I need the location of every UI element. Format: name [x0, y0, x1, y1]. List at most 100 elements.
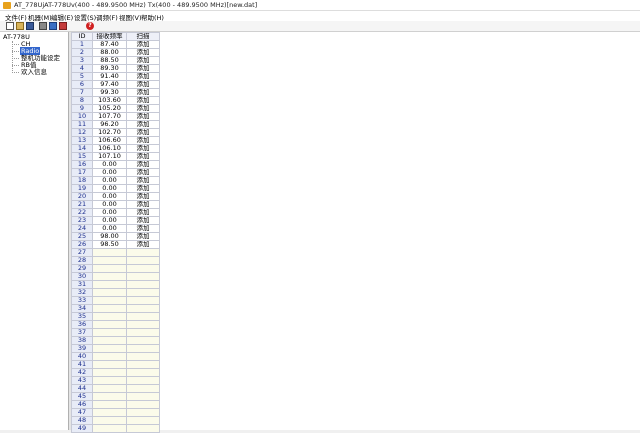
table-row[interactable]: 38: [71, 336, 160, 345]
scan-cell[interactable]: 添加: [126, 96, 160, 105]
table-row[interactable]: 21 0.00 添加: [71, 200, 160, 209]
scan-cell[interactable]: 添加: [126, 152, 160, 161]
rx-frequency-cell[interactable]: [92, 376, 127, 385]
scan-cell[interactable]: [126, 312, 160, 321]
rx-frequency-cell[interactable]: [92, 336, 127, 345]
scan-cell[interactable]: 添加: [126, 40, 160, 49]
help-icon[interactable]: ?: [86, 22, 94, 30]
rx-frequency-cell[interactable]: 102.70: [92, 128, 127, 137]
scan-cell[interactable]: [126, 248, 160, 257]
table-row[interactable]: 34: [71, 304, 160, 313]
rx-frequency-cell[interactable]: 103.60: [92, 96, 127, 105]
table-row[interactable]: 7 99.30 添加: [71, 88, 160, 97]
scan-cell[interactable]: [126, 392, 160, 401]
table-row[interactable]: 49: [71, 424, 160, 433]
row-id-cell[interactable]: 30: [71, 272, 93, 281]
row-id-cell[interactable]: 14: [71, 144, 93, 153]
row-id-cell[interactable]: 33: [71, 296, 93, 305]
scan-cell[interactable]: 添加: [126, 64, 160, 73]
table-row[interactable]: 27: [71, 248, 160, 257]
rx-frequency-cell[interactable]: 98.00: [92, 232, 127, 241]
row-id-cell[interactable]: 10: [71, 112, 93, 121]
row-id-cell[interactable]: 3: [71, 56, 93, 65]
table-row[interactable]: 42: [71, 368, 160, 377]
column-header-scan[interactable]: 扫描: [126, 32, 160, 41]
rx-frequency-cell[interactable]: 107.10: [92, 152, 127, 161]
scan-cell[interactable]: [126, 272, 160, 281]
row-id-cell[interactable]: 11: [71, 120, 93, 129]
table-row[interactable]: 48: [71, 416, 160, 425]
open-icon[interactable]: [16, 22, 24, 30]
row-id-cell[interactable]: 6: [71, 80, 93, 89]
table-row[interactable]: 37: [71, 328, 160, 337]
scan-cell[interactable]: 添加: [126, 104, 160, 113]
rx-frequency-cell[interactable]: 0.00: [92, 216, 127, 225]
scan-cell[interactable]: [126, 296, 160, 305]
scan-cell[interactable]: [126, 360, 160, 369]
rx-frequency-cell[interactable]: [92, 320, 127, 329]
row-id-cell[interactable]: 12: [71, 128, 93, 137]
scan-cell[interactable]: [126, 408, 160, 417]
rx-frequency-cell[interactable]: [92, 288, 127, 297]
table-row[interactable]: 45: [71, 392, 160, 401]
table-row[interactable]: 44: [71, 384, 160, 393]
rx-frequency-cell[interactable]: [92, 416, 127, 425]
scan-cell[interactable]: [126, 344, 160, 353]
rx-frequency-cell[interactable]: [92, 344, 127, 353]
row-id-cell[interactable]: 21: [71, 200, 93, 209]
row-id-cell[interactable]: 15: [71, 152, 93, 161]
table-row[interactable]: 5 91.40 添加: [71, 72, 160, 81]
table-row[interactable]: 4 89.30 添加: [71, 64, 160, 73]
scan-cell[interactable]: 添加: [126, 80, 160, 89]
table-row[interactable]: 47: [71, 408, 160, 417]
row-id-cell[interactable]: 23: [71, 216, 93, 225]
table-row[interactable]: 40: [71, 352, 160, 361]
table-row[interactable]: 41: [71, 360, 160, 369]
scan-cell[interactable]: 添加: [126, 200, 160, 209]
rx-frequency-cell[interactable]: [92, 400, 127, 409]
table-row[interactable]: 35: [71, 312, 160, 321]
table-row[interactable]: 3 88.50 添加: [71, 56, 160, 65]
row-id-cell[interactable]: 26: [71, 240, 93, 249]
scan-cell[interactable]: 添加: [126, 184, 160, 193]
row-id-cell[interactable]: 44: [71, 384, 93, 393]
scan-cell[interactable]: [126, 400, 160, 409]
scan-cell[interactable]: 添加: [126, 144, 160, 153]
table-row[interactable]: 22 0.00 添加: [71, 208, 160, 217]
rx-frequency-cell[interactable]: [92, 352, 127, 361]
table-row[interactable]: 15 107.10 添加: [71, 152, 160, 161]
rx-frequency-cell[interactable]: 0.00: [92, 168, 127, 177]
table-row[interactable]: 19 0.00 添加: [71, 184, 160, 193]
scan-cell[interactable]: 添加: [126, 168, 160, 177]
rx-frequency-cell[interactable]: 0.00: [92, 224, 127, 233]
rx-frequency-cell[interactable]: [92, 392, 127, 401]
rx-frequency-cell[interactable]: [92, 328, 127, 337]
rx-frequency-cell[interactable]: 0.00: [92, 200, 127, 209]
row-id-cell[interactable]: 39: [71, 344, 93, 353]
rx-frequency-cell[interactable]: [92, 296, 127, 305]
scan-cell[interactable]: [126, 320, 160, 329]
scan-cell[interactable]: [126, 416, 160, 425]
rx-frequency-cell[interactable]: [92, 424, 127, 433]
scan-cell[interactable]: 添加: [126, 160, 160, 169]
table-row[interactable]: 1 87.40 添加: [71, 40, 160, 49]
row-id-cell[interactable]: 27: [71, 248, 93, 257]
table-row[interactable]: 2 88.00 添加: [71, 48, 160, 57]
table-row[interactable]: 33: [71, 296, 160, 305]
rx-frequency-cell[interactable]: 98.50: [92, 240, 127, 249]
scan-cell[interactable]: [126, 368, 160, 377]
scan-cell[interactable]: 添加: [126, 72, 160, 81]
row-id-cell[interactable]: 29: [71, 264, 93, 273]
table-row[interactable]: 29: [71, 264, 160, 273]
row-id-cell[interactable]: 22: [71, 208, 93, 217]
table-row[interactable]: 11 96.20 添加: [71, 120, 160, 129]
rx-frequency-cell[interactable]: 96.20: [92, 120, 127, 129]
table-row[interactable]: 6 97.40 添加: [71, 80, 160, 89]
scan-cell[interactable]: 添加: [126, 232, 160, 241]
table-row[interactable]: 24 0.00 添加: [71, 224, 160, 233]
row-id-cell[interactable]: 32: [71, 288, 93, 297]
row-id-cell[interactable]: 18: [71, 176, 93, 185]
table-row[interactable]: 16 0.00 添加: [71, 160, 160, 169]
table-row[interactable]: 30: [71, 272, 160, 281]
scan-cell[interactable]: 添加: [126, 128, 160, 137]
